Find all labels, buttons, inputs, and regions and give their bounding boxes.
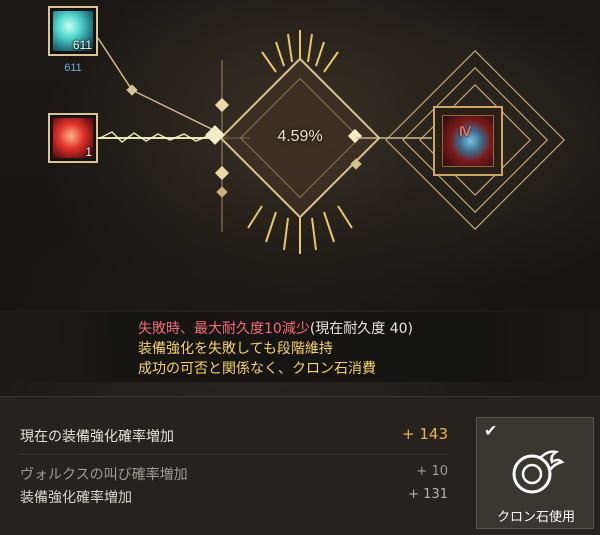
accessory-icon bbox=[442, 115, 494, 167]
enhance-rate-value: + 131 bbox=[408, 487, 448, 502]
current-rate-value: + 143 bbox=[402, 425, 448, 443]
material-quantity: 611 bbox=[72, 38, 92, 52]
cron-stone-icon bbox=[512, 450, 565, 494]
connector-line-top bbox=[97, 37, 133, 91]
current-rate-label: 現在の装備強化確率増加 bbox=[20, 429, 174, 445]
diamond-marker bbox=[216, 186, 228, 198]
connector-node bbox=[126, 84, 138, 96]
valks-rate-label: ヴォルクスの叫び確率増加 bbox=[20, 467, 188, 483]
cron-consume-note: 成功の可否と関係なく、クロン石消費 bbox=[138, 361, 376, 377]
valks-rate-value: + 10 bbox=[416, 464, 448, 479]
material-quantity: 1 bbox=[85, 145, 92, 159]
stats-divider bbox=[18, 454, 448, 455]
keep-stage-note: 装備強化を失敗しても段階維持 bbox=[138, 341, 333, 357]
enhance-rate-label: 装備強化確率増加 bbox=[20, 490, 132, 506]
check-icon: ✔ bbox=[484, 421, 498, 440]
material-count-label: 611 bbox=[64, 62, 82, 74]
cron-button-label: クロン石使用 bbox=[496, 510, 575, 525]
material-slot-bottom[interactable]: 1 bbox=[48, 113, 98, 163]
material-slot-top[interactable]: 611 bbox=[48, 6, 98, 56]
current-durability: (現在耐久度 40) bbox=[309, 321, 414, 337]
success-rate: 4.59% bbox=[277, 128, 323, 145]
use-cron-stone-button[interactable]: ✔ クロン石使用 bbox=[476, 417, 594, 529]
failure-text: 失敗時、最大耐久度10減少 bbox=[138, 321, 310, 337]
diamond-marker bbox=[214, 165, 230, 181]
failure-note: 失敗時、最大耐久度10減少(現在耐久度 40) bbox=[138, 318, 413, 338]
panel-border bbox=[0, 396, 600, 397]
item-grade: Ⅳ bbox=[459, 124, 471, 139]
diamond-marker bbox=[214, 97, 230, 113]
result-item-slot[interactable]: Ⅳ bbox=[433, 106, 503, 176]
